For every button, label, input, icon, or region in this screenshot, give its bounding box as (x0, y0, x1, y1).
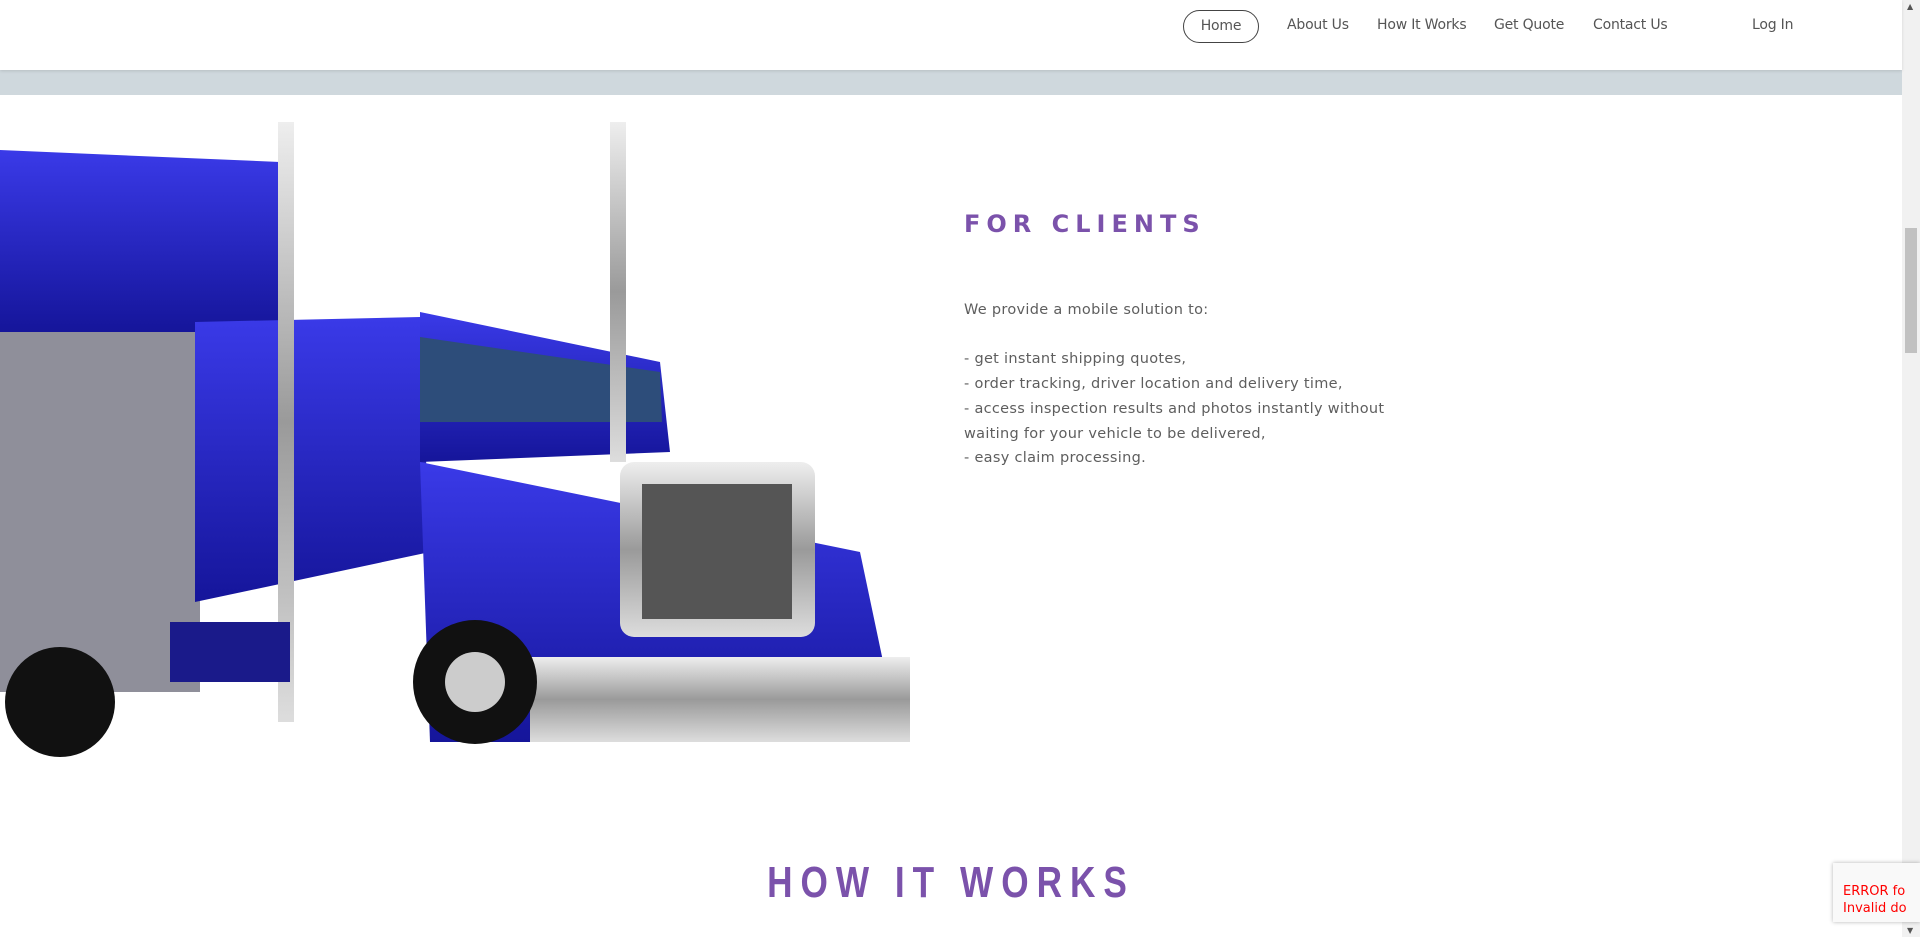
recaptcha-error-line: ERROR fo (1843, 884, 1906, 899)
nav-about-us[interactable]: About Us (1287, 15, 1349, 35)
recaptcha-error-line: Invalid do (1843, 901, 1907, 916)
nav-get-quote[interactable]: Get Quote (1494, 15, 1564, 35)
bullet-item: - order tracking, driver location and de… (964, 376, 1343, 393)
bullet-item: - easy claim processing. (964, 450, 1146, 467)
scroll-up-arrow-icon[interactable]: ▲ (1907, 2, 1913, 11)
nav-home[interactable]: Home (1183, 10, 1259, 43)
for-clients-title: FOR CLIENTS (964, 210, 1206, 238)
bullet-item: - get instant shipping quotes, (964, 351, 1187, 368)
for-clients-body: We provide a mobile solution to: - get i… (964, 298, 1424, 471)
how-it-works-heading: HOW IT WORKS (767, 858, 1135, 907)
intro-text: We provide a mobile solution to: (964, 302, 1209, 318)
scroll-down-arrow-icon[interactable]: ▼ (1907, 926, 1913, 935)
header-band (0, 70, 1902, 95)
bullet-item: - access inspection results and photos i… (964, 400, 1385, 442)
scrollbar-thumb[interactable] (1905, 228, 1917, 353)
site-header: Home About Us How It Works Get Quote Con… (0, 0, 1902, 70)
nav-how-it-works[interactable]: How It Works (1377, 15, 1467, 35)
page-scrollbar[interactable]: ▲ ▼ (1902, 0, 1920, 937)
nav-contact-us[interactable]: Contact Us (1593, 15, 1668, 35)
nav-log-in[interactable]: Log In (1752, 15, 1793, 35)
truck-image (0, 122, 910, 757)
recaptcha-badge[interactable]: ERROR fo Invalid do (1833, 863, 1920, 922)
